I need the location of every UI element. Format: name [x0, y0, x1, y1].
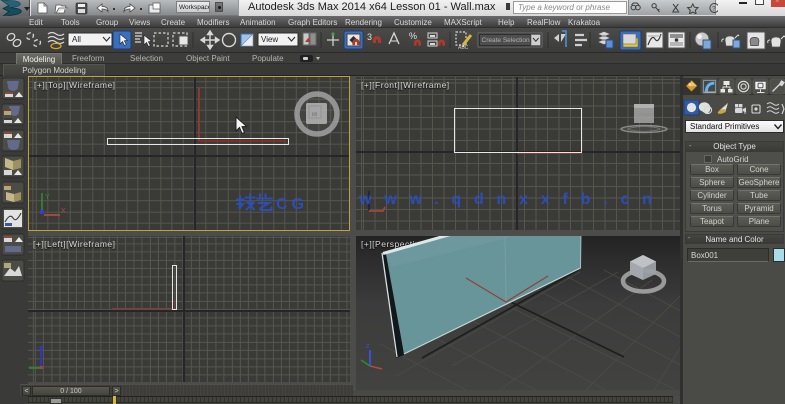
svg-text:View: View: [261, 35, 278, 44]
svg-text:?: ?: [712, 6, 716, 13]
svg-text:FRONT: FRONT: [639, 112, 655, 117]
svg-text:tilt: tilt: [312, 112, 318, 118]
svg-text:%: %: [409, 31, 417, 41]
svg-text:Y: Y: [45, 194, 50, 201]
svg-text:ABC: ABC: [458, 45, 469, 51]
svg-text:z: z: [366, 343, 370, 350]
svg-text:CG: CG: [276, 196, 308, 213]
svg-text:All: All: [72, 35, 81, 44]
svg-text:E: E: [744, 110, 747, 115]
svg-text:X: X: [61, 208, 66, 215]
svg-text:3: 3: [367, 32, 372, 42]
